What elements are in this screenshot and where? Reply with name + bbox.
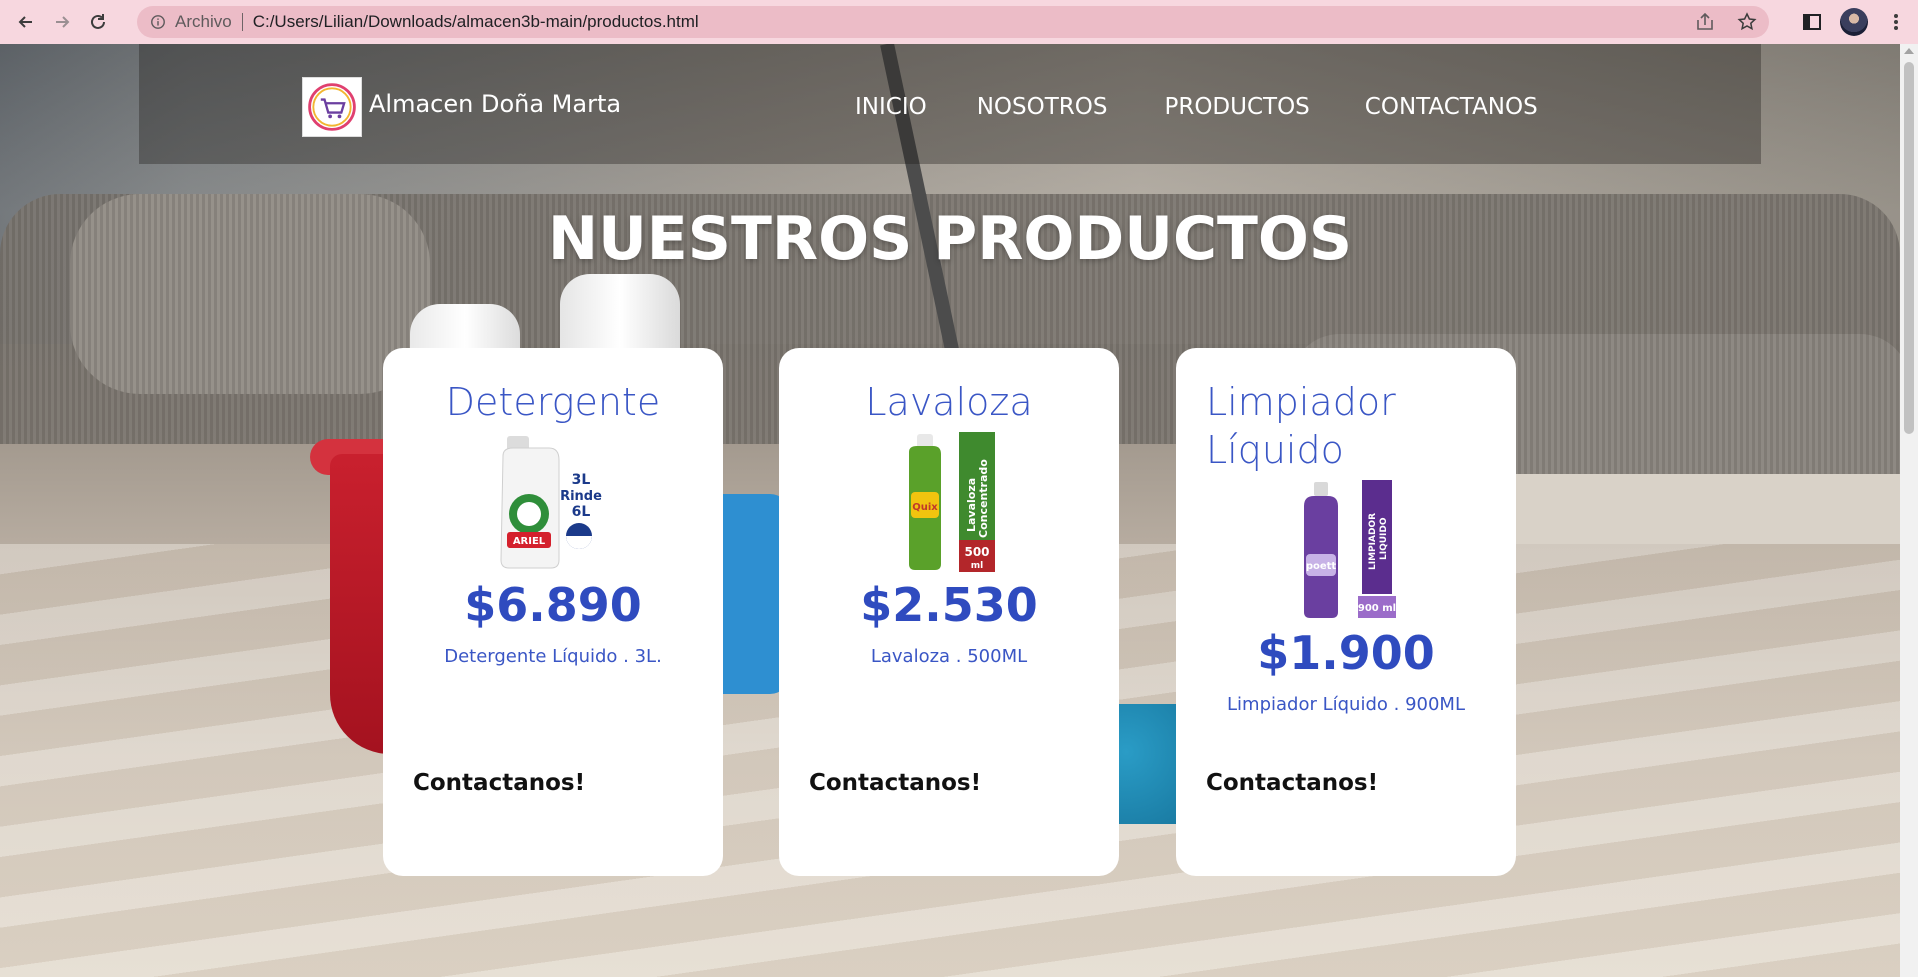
product-description: Detergente Líquido . 3L. [444, 646, 662, 667]
contact-link[interactable]: Contactanos! [413, 770, 585, 796]
product-name: Lavaloza [865, 380, 1033, 424]
site-header: Almacen Doña Marta INICIO NOSOTROS PRODU… [139, 44, 1761, 164]
shopping-cart-icon [308, 83, 356, 131]
product-card: Lavaloza Quix Lavaloza Concentrado 500 m… [779, 348, 1119, 876]
product-image-detergent: ARIEL 3L Rinde 6L [493, 432, 613, 572]
product-card: Limpiador Líquido poett LIMPIADOR LIQUID… [1176, 348, 1516, 876]
svg-text:ml: ml [971, 561, 983, 571]
product-image-cleaner: poett LIMPIADOR LIQUIDO 900 ml [1286, 480, 1406, 620]
nav-contactanos[interactable]: CONTACTANOS [1365, 94, 1538, 120]
svg-text:LIQUIDO: LIQUIDO [1379, 517, 1389, 560]
product-price: $6.890 [464, 578, 642, 632]
back-button[interactable] [8, 4, 44, 40]
forward-button[interactable] [44, 4, 80, 40]
svg-text:3L: 3L [572, 472, 591, 488]
product-price: $2.530 [860, 578, 1038, 632]
svg-text:6L: 6L [572, 504, 591, 520]
svg-text:ARIEL: ARIEL [513, 536, 546, 547]
arrow-left-icon [18, 16, 32, 28]
nav-inicio[interactable]: INICIO [855, 94, 927, 120]
reload-button[interactable] [80, 4, 116, 40]
share-icon[interactable] [1693, 10, 1717, 34]
product-description: Limpiador Líquido . 900ML [1227, 694, 1465, 715]
svg-text:Rinde: Rinde [560, 489, 602, 504]
product-description: Lavaloza . 500ML [870, 646, 1028, 667]
address-bar[interactable]: Archivo C:/Users/Lilian/Downloads/almace… [137, 6, 1769, 38]
page-title: NUESTROS PRODUCTOS [547, 204, 1353, 274]
url-text[interactable]: C:/Users/Lilian/Downloads/almacen3b-main… [253, 12, 699, 32]
product-name: Detergente [445, 380, 661, 424]
svg-text:poett: poett [1306, 561, 1337, 572]
svg-text:900 ml: 900 ml [1358, 603, 1396, 614]
reload-icon [91, 14, 105, 29]
svg-text:LIMPIADOR: LIMPIADOR [1368, 513, 1378, 570]
url-scheme-label: Archivo [175, 12, 232, 31]
vertical-scrollbar[interactable] [1900, 44, 1918, 977]
svg-text:Concentrado: Concentrado [977, 459, 990, 538]
product-image-dishwash: Quix Lavaloza Concentrado 500 ml [889, 432, 1009, 572]
url-divider [241, 13, 243, 31]
nav-productos[interactable]: PRODUCTOS [1164, 94, 1309, 120]
side-panel-icon[interactable] [1798, 6, 1826, 38]
store-name[interactable]: Almacen Doña Marta [369, 90, 621, 118]
scroll-up-arrow-icon[interactable] [1904, 48, 1914, 54]
info-icon[interactable] [149, 13, 167, 31]
browser-toolbar: Archivo C:/Users/Lilian/Downloads/almace… [0, 0, 1918, 44]
profile-avatar[interactable] [1840, 6, 1868, 38]
kebab-menu-icon[interactable] [1882, 6, 1910, 38]
contact-link[interactable]: Contactanos! [809, 770, 981, 796]
nav-nosotros[interactable]: NOSOTROS [977, 94, 1108, 120]
bookmark-star-icon[interactable] [1735, 10, 1759, 34]
page-viewport: Almacen Doña Marta INICIO NOSOTROS PRODU… [0, 44, 1900, 977]
svg-text:500: 500 [964, 545, 989, 559]
product-card: Detergente ARIEL 3L Rinde 6L $6.890 Dete… [383, 348, 723, 876]
main-nav: INICIO NOSOTROS PRODUCTOS CONTACTANOS [855, 94, 1538, 120]
contact-link[interactable]: Contactanos! [1206, 770, 1378, 796]
store-logo[interactable] [302, 77, 362, 137]
svg-text:Quix: Quix [912, 502, 938, 513]
product-name: Limpiador Líquido [1206, 380, 1396, 472]
scrollbar-thumb[interactable] [1904, 62, 1914, 434]
arrow-right-icon [56, 16, 70, 28]
product-price: $1.900 [1257, 626, 1435, 680]
